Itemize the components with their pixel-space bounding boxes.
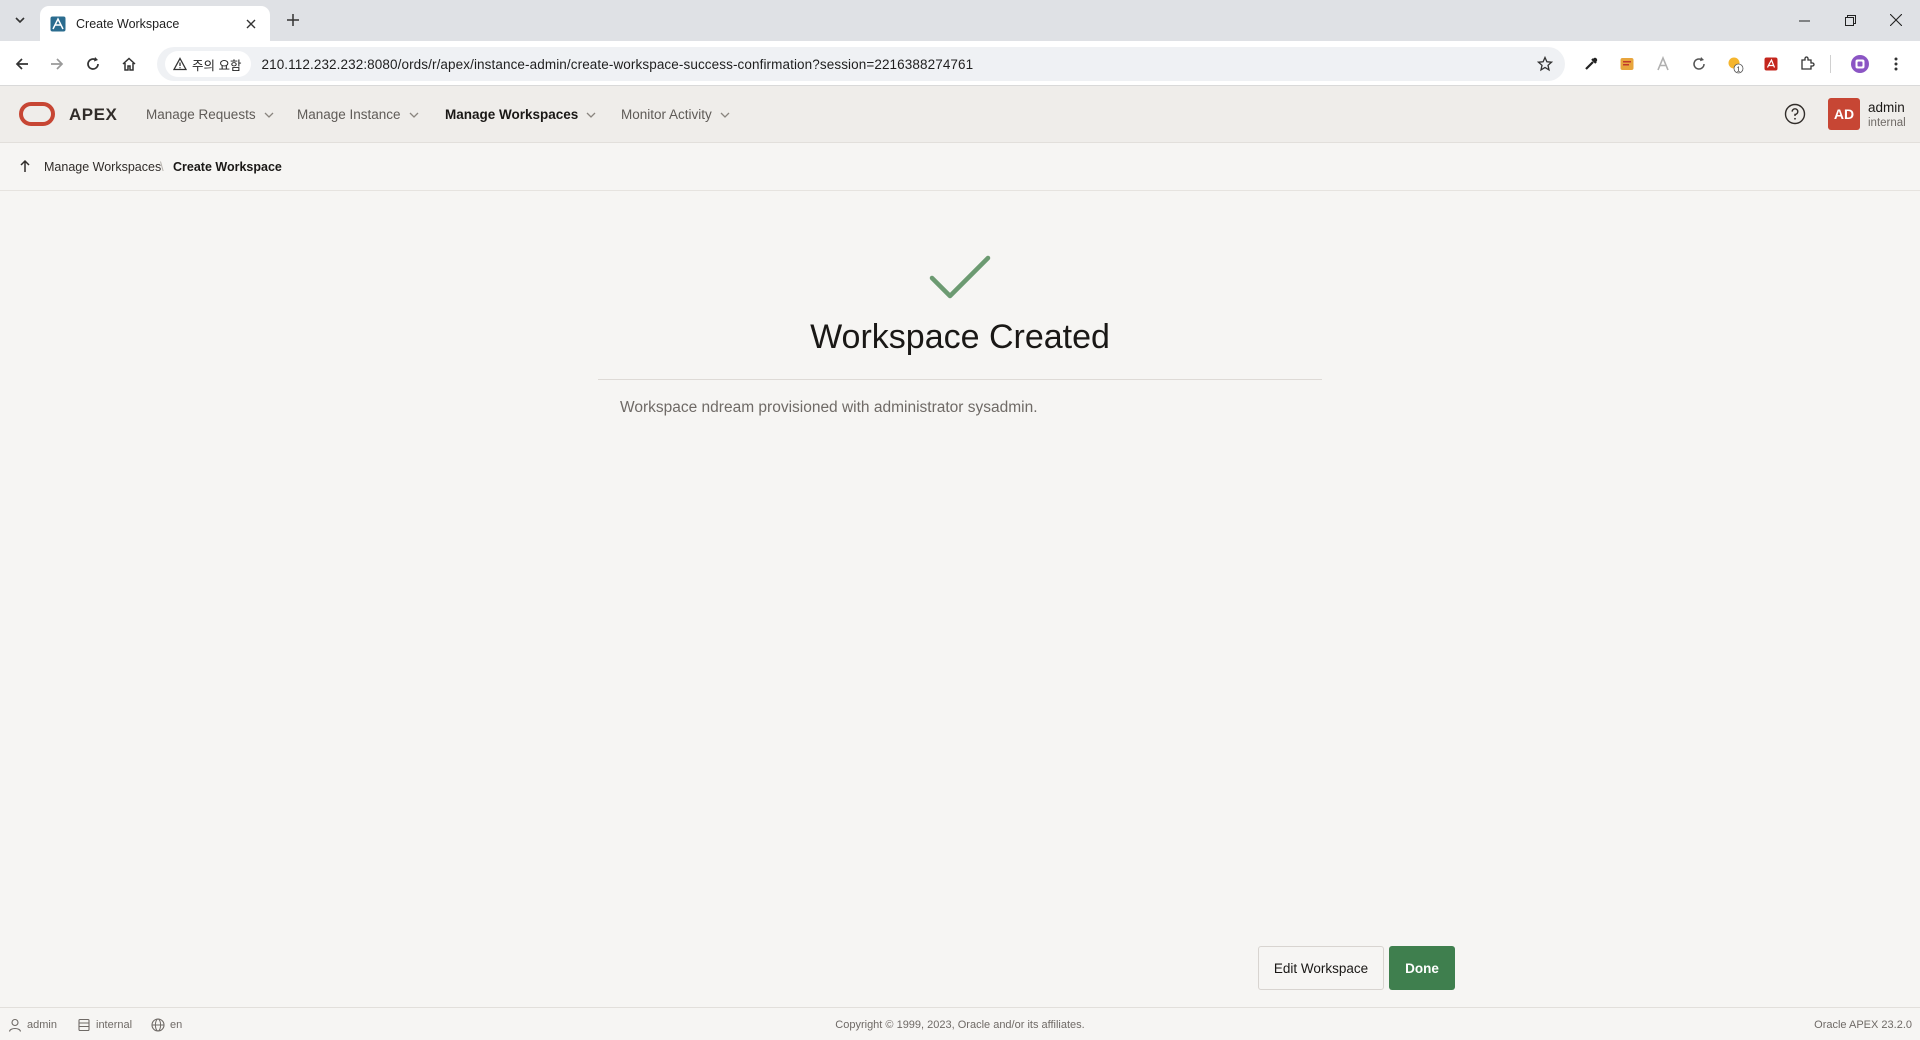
footer-workspace-label: internal xyxy=(96,1019,133,1031)
checkmark-icon xyxy=(929,255,991,299)
chevron-down-icon xyxy=(720,112,730,118)
pdf-extension-icon[interactable] xyxy=(1758,51,1784,77)
apex-favicon-icon xyxy=(50,16,66,31)
security-warning-chip[interactable]: 주의 요함 xyxy=(165,51,252,77)
address-bar[interactable]: 주의 요함 210.112.232.232:8080/ords/r/apex/i… xyxy=(157,47,1565,81)
nav-label: Manage Requests xyxy=(146,107,256,122)
nav-label: Manage Workspaces xyxy=(445,107,579,122)
user-avatar[interactable]: AD xyxy=(1828,98,1860,130)
security-label: 주의 요함 xyxy=(192,58,242,73)
globe-icon xyxy=(151,1018,165,1032)
help-question-icon[interactable] xyxy=(1784,103,1806,125)
refresh-extension-icon[interactable] xyxy=(1686,51,1712,77)
breadcrumb-separator: \ xyxy=(160,159,164,174)
url-text[interactable]: 210.112.232.232:8080/ords/r/apex/instanc… xyxy=(261,57,1531,72)
toolbar-divider xyxy=(1830,55,1831,73)
browser-menu-icon[interactable] xyxy=(1883,51,1909,77)
app-name[interactable]: APEX xyxy=(69,105,117,125)
footer: admin internal en Copyright © 1999, 2023… xyxy=(0,1007,1920,1040)
reload-icon[interactable] xyxy=(79,50,107,78)
nav-label: Manage Instance xyxy=(297,107,401,122)
profile-avatar-icon[interactable] xyxy=(1847,51,1873,77)
done-button[interactable]: Done xyxy=(1389,946,1455,990)
nav-manage-workspaces[interactable]: Manage Workspaces xyxy=(445,107,596,122)
breadcrumb-current: Create Workspace xyxy=(173,160,282,174)
chevron-down-icon xyxy=(409,112,419,118)
tab-search-chevron-icon[interactable] xyxy=(8,8,32,32)
chevron-down-icon xyxy=(264,112,274,118)
new-tab-plus-icon[interactable] xyxy=(281,8,305,32)
browser-toolbar: 주의 요함 210.112.232.232:8080/ords/r/apex/i… xyxy=(0,41,1920,86)
footer-language[interactable]: en xyxy=(151,1018,182,1032)
user-icon xyxy=(8,1018,22,1032)
apex-header: APEX Manage Requests Manage Instance Man… xyxy=(0,86,1920,143)
footer-user-label: admin xyxy=(27,1019,57,1031)
page-title: Workspace Created xyxy=(810,318,1110,356)
puzzle-extensions-icon[interactable] xyxy=(1794,51,1820,77)
nav-manage-requests[interactable]: Manage Requests xyxy=(146,107,274,122)
tab-title: Create Workspace xyxy=(76,16,180,31)
browser-tabstrip: Create Workspace xyxy=(0,0,1920,41)
browser-tab-active[interactable]: Create Workspace xyxy=(40,6,270,41)
restore-icon[interactable] xyxy=(1827,0,1873,40)
footer-user[interactable]: admin xyxy=(8,1018,57,1032)
notes-extension-icon[interactable] xyxy=(1614,51,1640,77)
tab-close-icon[interactable] xyxy=(242,15,260,33)
nav-label: Monitor Activity xyxy=(621,107,712,122)
breadcrumb-link-manage-workspaces[interactable]: Manage Workspaces xyxy=(44,160,161,174)
title-divider xyxy=(598,379,1322,380)
back-arrow-icon[interactable] xyxy=(8,50,36,78)
footer-copyright: Copyright © 1999, 2023, Oracle and/or it… xyxy=(835,1019,1085,1031)
arrow-up-icon[interactable] xyxy=(18,159,32,173)
minimize-icon[interactable] xyxy=(1781,0,1827,40)
weather-extension-icon[interactable]: 1 xyxy=(1722,51,1748,77)
nav-manage-instance[interactable]: Manage Instance xyxy=(297,107,419,122)
user-workspace: internal xyxy=(1868,117,1906,129)
forward-arrow-icon[interactable] xyxy=(43,50,71,78)
eyedropper-extension-icon[interactable] xyxy=(1578,51,1604,77)
bookmark-star-icon[interactable] xyxy=(1531,50,1559,78)
footer-language-label: en xyxy=(170,1019,183,1031)
chevron-down-icon xyxy=(586,112,596,118)
nav-monitor-activity[interactable]: Monitor Activity xyxy=(621,107,730,122)
success-message: Workspace ndream provisioned with admini… xyxy=(620,399,1038,416)
oracle-logo-icon[interactable] xyxy=(19,102,55,126)
edit-workspace-button[interactable]: Edit Workspace xyxy=(1258,946,1384,990)
user-name[interactable]: admin xyxy=(1868,100,1905,115)
warning-triangle-icon xyxy=(173,57,187,71)
footer-workspace[interactable]: internal xyxy=(77,1018,132,1032)
footer-version: Oracle APEX 23.2.0 xyxy=(1814,1019,1912,1031)
database-icon xyxy=(78,1018,90,1032)
home-icon[interactable] xyxy=(115,50,143,78)
breadcrumb: Manage Workspaces \ Create Workspace xyxy=(0,143,1920,191)
close-window-icon[interactable] xyxy=(1873,0,1919,40)
font-extension-icon[interactable] xyxy=(1650,51,1676,77)
extension-badge: 1 xyxy=(1737,67,1741,74)
